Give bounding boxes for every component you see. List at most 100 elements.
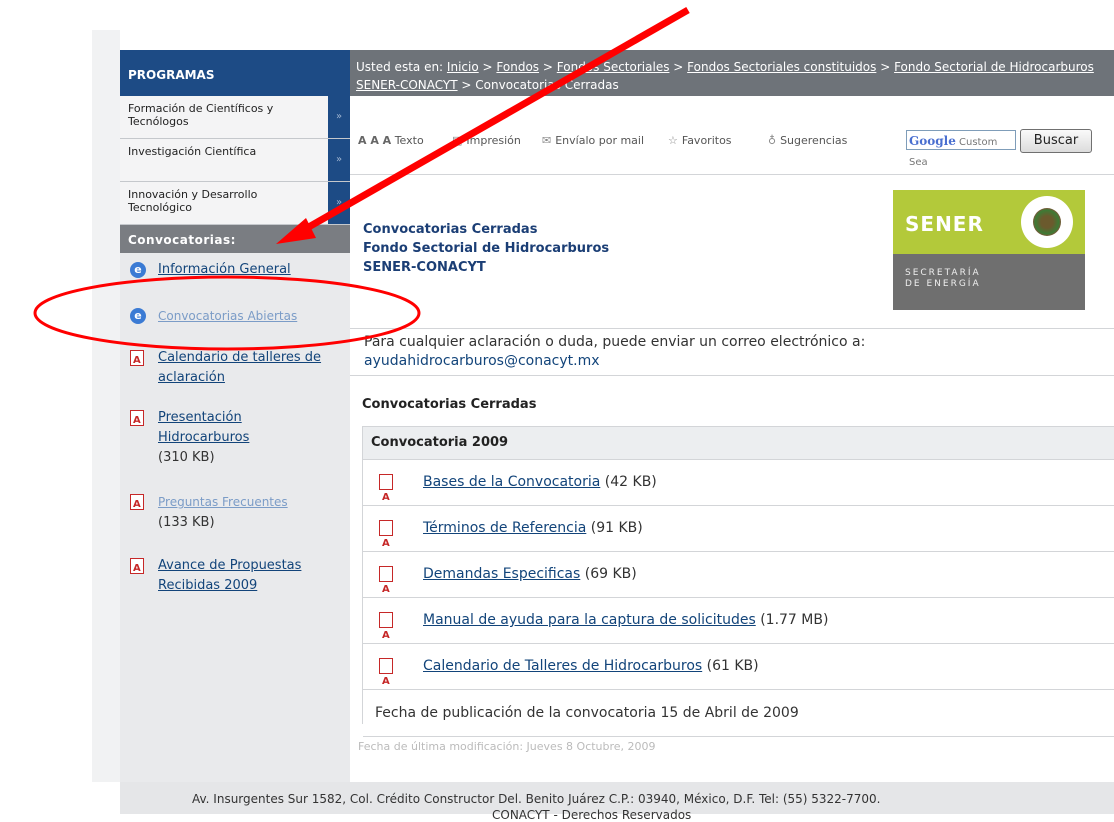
- sidebar-link-convocatorias-abiertas[interactable]: e Convocatorias Abiertas: [130, 306, 297, 327]
- last-modified: Fecha de última modificación: Jueves 8 O…: [358, 740, 656, 753]
- pdf-icon: [379, 474, 393, 520]
- page-title-line: Convocatorias Cerradas: [363, 222, 538, 237]
- program-item-innovacion[interactable]: Innovación y Desarrollo Tecnológico »: [120, 182, 350, 225]
- pdf-icon: [130, 350, 144, 371]
- file-size: (91 KB): [590, 520, 643, 536]
- sidebar-link-preguntas[interactable]: Preguntas Frecuentes (133 KB): [130, 492, 350, 533]
- document-link[interactable]: Calendario de Talleres de Hidrocarburos: [423, 658, 702, 674]
- breadcrumb-prefix: Usted esta en:: [356, 60, 444, 74]
- contact-info: Para cualquier aclaración o duda, puede …: [350, 328, 1114, 376]
- document-link[interactable]: Demandas Especificas: [423, 566, 580, 582]
- pdf-icon: [130, 410, 144, 431]
- file-size: (69 KB): [584, 566, 637, 582]
- sidebar-link-calendario-talleres[interactable]: Calendario de talleres de aclaración: [130, 348, 350, 388]
- page-title: Convocatorias Cerradas Fondo Sectorial d…: [363, 220, 609, 277]
- expand-arrow-icon[interactable]: »: [328, 96, 350, 138]
- pdf-icon: [130, 558, 144, 579]
- print-label: Impresión: [466, 134, 521, 147]
- favorites-button[interactable]: ☆ Favoritos: [668, 134, 732, 147]
- table-row: Términos de Referencia (91 KB): [363, 506, 1114, 566]
- sidebar-link-text[interactable]: Información General: [158, 262, 291, 277]
- document-link[interactable]: Bases de la Convocatoria: [423, 474, 600, 490]
- program-label: Innovación y Desarrollo Tecnológico: [128, 188, 258, 214]
- breadcrumb-separator: >: [482, 60, 493, 74]
- program-item-formacion[interactable]: Formación de Científicos y Tecnólogos »: [120, 96, 350, 139]
- sener-logo: SENER: [893, 190, 1085, 254]
- breadcrumb-link-inicio[interactable]: Inicio: [447, 60, 479, 74]
- file-size: (61 KB): [706, 658, 759, 674]
- contact-text: Para cualquier aclaración o duda, puede …: [364, 334, 866, 350]
- text-size-control[interactable]: A A A Texto: [358, 134, 424, 147]
- contact-email-link[interactable]: ayudahidrocarburos@conacyt.mx: [364, 353, 600, 369]
- documents-table: Convocatoria 2009 Bases de la Convocator…: [362, 426, 1114, 737]
- program-label: Investigación Científica: [128, 145, 257, 158]
- table-header: Convocatoria 2009: [363, 426, 1114, 460]
- file-size: (42 KB): [604, 474, 657, 490]
- sener-logo-subtitle: SECRETARÍA DE ENERGÍA: [893, 254, 1085, 310]
- toolbar: A A A Texto ▤ Impresión ✉ Envíalo por mail…: [350, 108, 1114, 168]
- document-link[interactable]: Términos de Referencia: [423, 520, 586, 536]
- table-row: Calendario de Talleres de Hidrocarburos …: [363, 644, 1114, 704]
- text-size-label: Texto: [394, 134, 424, 147]
- footer-copyright: CONACYT - Derechos Reservados: [492, 808, 692, 822]
- programs-title: PROGRAMAS: [120, 50, 350, 96]
- page-title-line: Fondo Sectorial de Hidrocarburos: [363, 241, 610, 256]
- email-label: Envíalo por mail: [555, 134, 645, 147]
- convocatorias-title: Convocatorias:: [120, 225, 350, 253]
- suggestions-label: Sugerencias: [780, 134, 848, 147]
- breadcrumb-link-constituidos[interactable]: Fondos Sectoriales constituidos: [687, 60, 876, 74]
- sidebar-link-presentacion[interactable]: Presentación Hidrocarburos (310 KB): [130, 408, 350, 468]
- sidebar-link-text[interactable]: Convocatorias Abiertas: [158, 309, 297, 323]
- search-input[interactable]: Google Custom Sea: [906, 130, 1016, 168]
- table-row: Bases de la Convocatoria (42 KB): [363, 460, 1114, 520]
- divider: [350, 174, 1114, 175]
- table-row: Demandas Especificas (69 KB): [363, 552, 1114, 612]
- publication-date: Fecha de publicación de la convocatoria …: [363, 690, 1114, 737]
- sidebar-link-avance[interactable]: Avance de Propuestas Recibidas 2009: [130, 556, 350, 596]
- document-link[interactable]: Manual de ayuda para la captura de solic…: [423, 612, 756, 628]
- sidebar-link-text[interactable]: Preguntas Frecuentes: [158, 495, 288, 509]
- breadcrumb: Usted esta en: Inicio > Fondos > Fondos …: [350, 50, 1114, 96]
- program-item-investigacion[interactable]: Investigación Científica »: [120, 139, 350, 182]
- favorites-label: Favoritos: [681, 134, 732, 147]
- pdf-icon: [379, 612, 393, 658]
- sidebar-link-text[interactable]: Avance de Propuestas Recibidas 2009: [158, 558, 301, 593]
- web-page-icon: e: [130, 308, 146, 324]
- email-button[interactable]: ✉ Envíalo por mail: [542, 134, 644, 147]
- text-size-icon[interactable]: A A A: [358, 134, 391, 147]
- pdf-icon: [130, 494, 144, 515]
- section-label: Convocatorias Cerradas: [362, 397, 537, 412]
- table-row: Manual de ayuda para la captura de solic…: [363, 598, 1114, 658]
- sener-logo-text: SENER: [905, 212, 984, 236]
- breadcrumb-separator: >: [880, 60, 891, 74]
- lightbulb-icon: ♁: [768, 134, 777, 147]
- breadcrumb-separator: >: [542, 60, 553, 74]
- sidebar-link-informacion-general[interactable]: e Información General: [130, 260, 291, 280]
- file-size: (310 KB): [158, 450, 215, 465]
- program-label: Formación de Científicos y Tecnólogos: [128, 102, 274, 128]
- logo-line: SECRETARÍA: [905, 268, 981, 278]
- expand-arrow-icon[interactable]: »: [328, 139, 350, 181]
- breadcrumb-separator: >: [461, 78, 472, 92]
- pdf-icon: [379, 566, 393, 612]
- mexico-seal-icon: [1021, 196, 1073, 248]
- footer-address: Av. Insurgentes Sur 1582, Col. Crédito C…: [192, 792, 881, 806]
- sidebar-link-text[interactable]: Presentación Hidrocarburos: [158, 410, 249, 445]
- breadcrumb-separator: >: [673, 60, 684, 74]
- print-button[interactable]: ▤ Impresión: [452, 134, 521, 147]
- star-icon: ☆: [668, 134, 678, 147]
- breadcrumb-link-fondos[interactable]: Fondos: [496, 60, 539, 74]
- sidebar-link-text[interactable]: Calendario de talleres de aclaración: [158, 350, 321, 385]
- web-page-icon: e: [130, 262, 146, 278]
- file-size: (1.77 MB): [760, 612, 829, 628]
- logo-line: DE ENERGÍA: [905, 279, 981, 289]
- pdf-icon: [379, 520, 393, 566]
- expand-arrow-icon[interactable]: »: [328, 182, 350, 224]
- suggestions-button[interactable]: ♁ Sugerencias: [768, 134, 847, 147]
- google-logo: Google: [909, 134, 956, 148]
- printer-icon: ▤: [452, 134, 463, 147]
- search-button[interactable]: Buscar: [1020, 129, 1092, 153]
- breadcrumb-current: Convocatorias Cerradas: [475, 78, 619, 92]
- file-size: (133 KB): [158, 515, 215, 530]
- breadcrumb-link-fondos-sectoriales[interactable]: Fondos Sectoriales: [557, 60, 670, 74]
